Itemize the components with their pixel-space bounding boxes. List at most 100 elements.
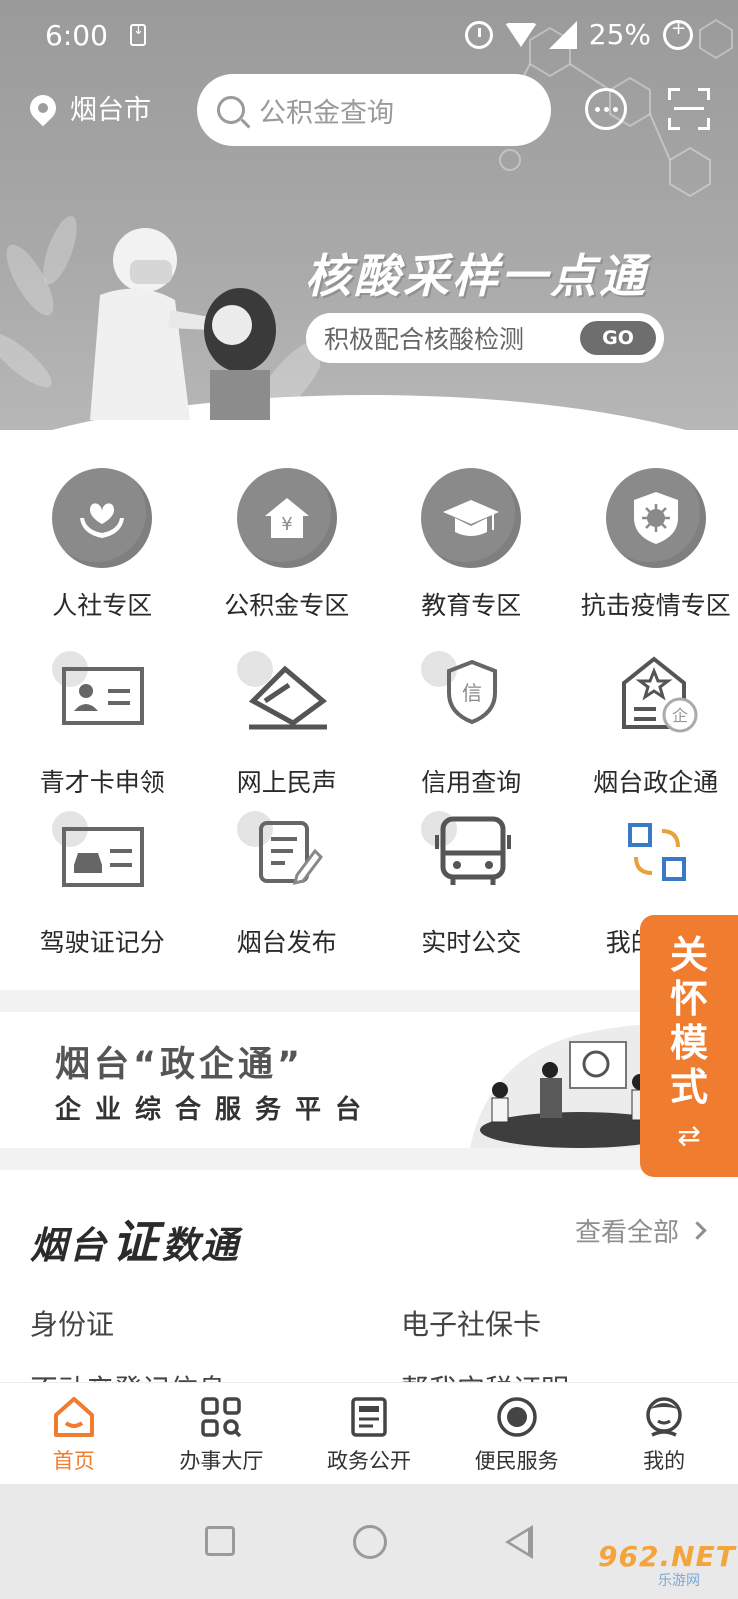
service-item-zhengqitong[interactable]: 企 烟台政企通: [574, 645, 738, 799]
city-selector[interactable]: 烟台市: [24, 88, 151, 127]
signal-icon: [548, 20, 577, 49]
service-label: 教育专区: [421, 591, 522, 620]
graduation-cap-icon: [421, 468, 522, 568]
target-icon: [496, 1397, 537, 1437]
alarm-icon: [464, 20, 493, 49]
view-all-label: 查看全部: [574, 1218, 679, 1248]
dot-icon: [603, 106, 609, 112]
status-time: 6:00: [45, 19, 108, 52]
service-item-driving-license[interactable]: 驾驶证记分: [20, 805, 185, 959]
watermark-main: 962.NET: [598, 1540, 736, 1573]
back-button[interactable]: [505, 1525, 533, 1559]
dot-icon: [612, 106, 618, 112]
status-bar: 6:00 25%: [0, 0, 738, 72]
service-item-qingcaika[interactable]: 青才卡申领: [20, 645, 185, 799]
service-item-renshe[interactable]: 人社专区: [20, 468, 185, 622]
care-mode-button[interactable]: 关怀模式 ⇄: [640, 915, 738, 1177]
carousel-dot[interactable]: [376, 405, 383, 410]
zhengqitong-banner[interactable]: 烟台“政企通” 企业综合服务平台: [0, 1012, 738, 1148]
service-label: 网上民声: [236, 768, 337, 797]
zst-item-property[interactable]: 不动产登记信息: [30, 1368, 226, 1382]
grid-search-icon: [201, 1397, 242, 1438]
service-item-gongjijin[interactable]: ¥ 公积金专区: [205, 468, 370, 622]
search-input[interactable]: 公积金查询: [197, 74, 551, 146]
car-license-icon: [52, 805, 152, 905]
scan-corner: [668, 118, 680, 130]
service-label: 烟台发布: [236, 928, 337, 957]
service-label: 青才卡申领: [39, 768, 165, 797]
service-label: 实时公交: [421, 928, 522, 957]
care-mode-label: 关怀模式: [669, 933, 708, 1109]
swap-icon: ⇄: [677, 1119, 701, 1152]
service-item-credit[interactable]: 信 信用查询: [389, 645, 554, 799]
recents-button[interactable]: [205, 1526, 235, 1556]
message-button[interactable]: [585, 88, 627, 130]
service-item-bus[interactable]: 实时公交: [389, 805, 554, 959]
promo-title: 烟台“政企通”: [55, 1045, 305, 1085]
view-all-link[interactable]: 查看全部: [574, 1212, 707, 1249]
heart-hands-icon: [52, 468, 153, 568]
hero-banner[interactable]: 6:00 25% 烟台市 公积金查询: [0, 0, 738, 430]
tab-mine[interactable]: 我的: [590, 1383, 738, 1484]
tab-gov-affairs[interactable]: 政务公开: [295, 1383, 443, 1484]
service-label: 信用查询: [421, 768, 522, 797]
service-item-yantai-fabu[interactable]: 烟台发布: [205, 805, 370, 959]
service-item-minsheng[interactable]: 网上民声: [205, 645, 370, 799]
go-button[interactable]: GO: [580, 321, 656, 355]
banner-title: 核酸采样一点通: [305, 249, 648, 303]
home-button[interactable]: [353, 1525, 387, 1559]
user-icon: [646, 1397, 682, 1437]
zst-title-b: 证: [112, 1215, 158, 1269]
envelope-icon: [236, 645, 337, 745]
tab-label: 首页: [52, 1449, 95, 1473]
search-icon: [217, 96, 245, 124]
scan-button[interactable]: [668, 88, 710, 130]
tab-label: 便民服务: [474, 1449, 559, 1473]
zst-section-title: 烟台 证 数通: [30, 1206, 240, 1272]
home-icon: [53, 1397, 94, 1437]
service-row-2: 青才卡申领 网上民声 信 信用查询 企 烟台政企通: [0, 645, 738, 799]
city-label: 烟台市: [70, 95, 151, 126]
search-placeholder: 公积金查询: [259, 97, 394, 129]
chevron-right-icon: [688, 1221, 707, 1240]
zst-title-c: 数通: [162, 1224, 240, 1267]
service-item-education[interactable]: 教育专区: [389, 468, 554, 622]
service-label: 抗击疫情专区: [580, 591, 731, 620]
banner-action[interactable]: 积极配合核酸检测 GO: [306, 313, 664, 363]
svg-text:¥: ¥: [281, 514, 292, 535]
banner-subtitle: 积极配合核酸检测: [324, 325, 525, 354]
tab-label: 办事大厅: [179, 1449, 264, 1473]
watermark: 962.NET 乐游网: [598, 1540, 735, 1592]
bus-icon: [421, 805, 521, 905]
virus-shield-icon: [605, 468, 706, 568]
tab-service-hall[interactable]: 办事大厅: [148, 1383, 296, 1484]
credit-shield-icon: 信: [421, 645, 521, 745]
battery-percent: 25%: [588, 18, 651, 51]
promo-subtitle: 企业综合服务平台: [55, 1095, 376, 1125]
service-label: 公积金专区: [224, 591, 350, 620]
status-icons: 25%: [464, 18, 693, 51]
tab-convenience[interactable]: 便民服务: [443, 1383, 591, 1484]
scan-corner: [668, 88, 680, 100]
download-icon: [130, 23, 146, 46]
zst-item-id-card[interactable]: 身份证: [30, 1303, 114, 1343]
carousel-indicator: [344, 405, 396, 410]
wifi-icon: [504, 22, 537, 47]
id-card-icon: [52, 645, 152, 745]
scan-corner: [698, 118, 710, 130]
carousel-dot-active[interactable]: [344, 405, 370, 410]
carousel-dot[interactable]: [389, 405, 396, 410]
subscribe-icon: [606, 805, 706, 905]
service-label: 人社专区: [52, 591, 153, 620]
enterprise-house-icon: 企: [606, 645, 706, 745]
section-divider: [0, 990, 738, 1012]
tab-home[interactable]: 首页: [0, 1383, 148, 1484]
service-label: 驾驶证记分: [39, 928, 165, 957]
zst-item-social-card[interactable]: 电子社保卡: [401, 1303, 541, 1343]
service-item-epidemic[interactable]: 抗击疫情专区: [574, 468, 738, 622]
zst-item-tax[interactable]: 帮我它税证明: [401, 1368, 569, 1382]
svg-text:企: 企: [672, 706, 688, 725]
bottom-tab-bar: 首页 办事大厅 政务公开 便民服务 我的: [0, 1382, 738, 1484]
yen-house-icon: ¥: [236, 468, 337, 568]
service-label: 烟台政企通: [593, 768, 719, 797]
